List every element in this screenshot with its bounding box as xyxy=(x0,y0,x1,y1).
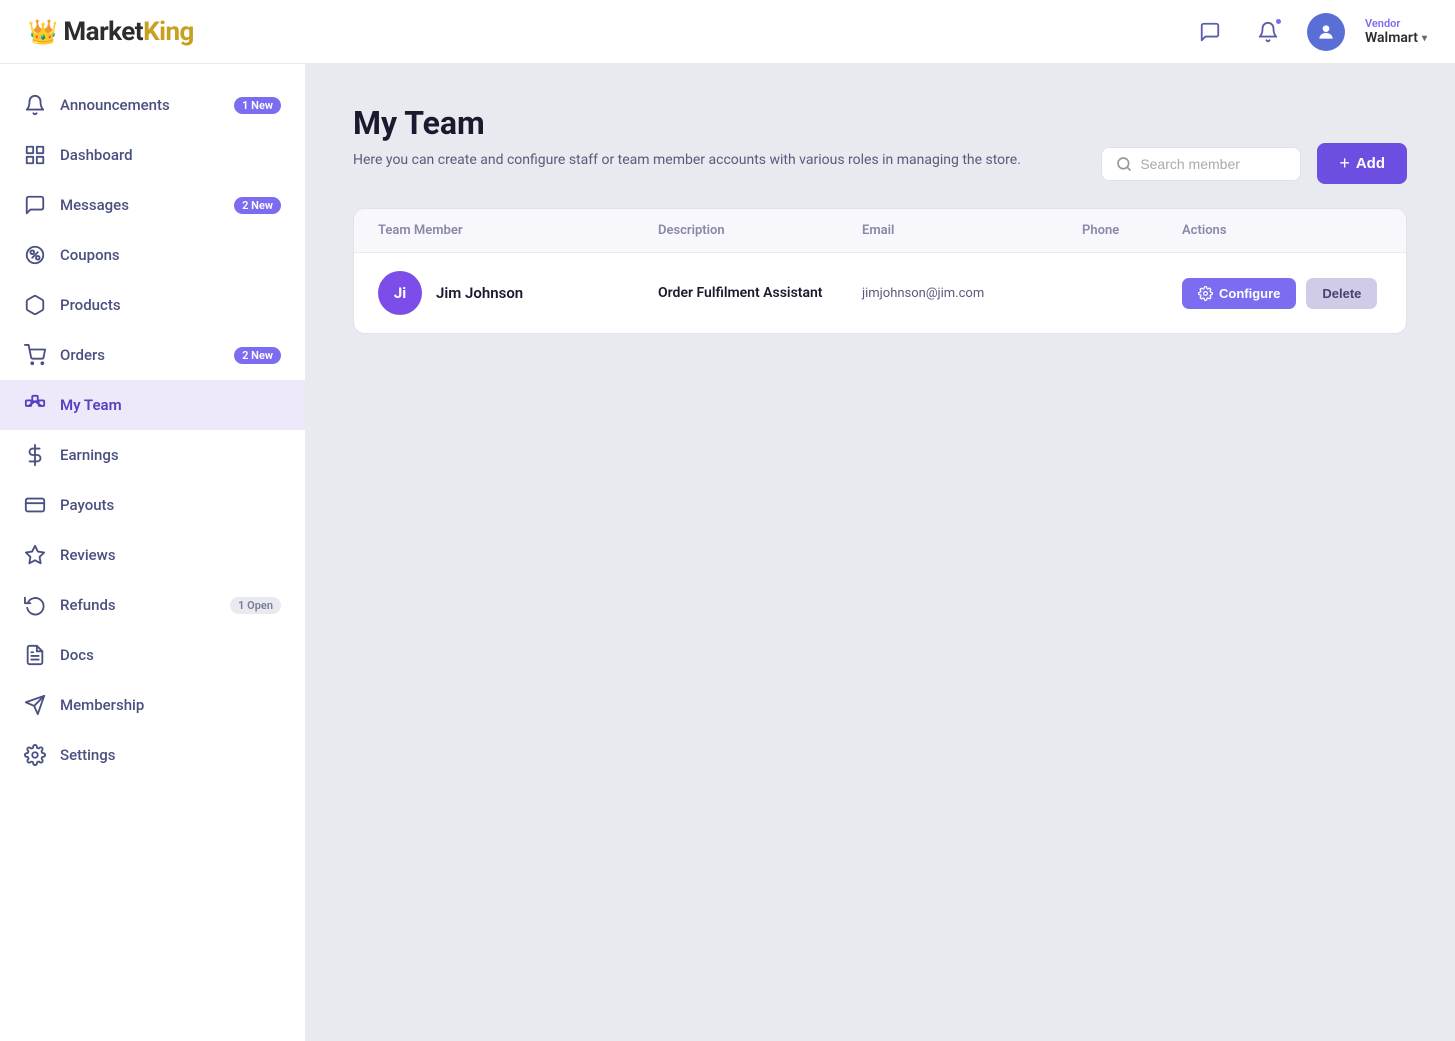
sidebar-item-membership[interactable]: Membership xyxy=(0,680,305,730)
sidebar-badge: 2 New xyxy=(234,347,281,364)
member-actions: Configure Delete xyxy=(1182,278,1382,309)
search-icon xyxy=(1116,156,1132,172)
sidebar-item-settings[interactable]: Settings xyxy=(0,730,305,780)
sidebar-item-label: Earnings xyxy=(60,446,119,464)
sidebar-item-payouts[interactable]: Payouts xyxy=(0,480,305,530)
page-title: My Team xyxy=(353,104,1407,142)
sidebar-badge: 1 New xyxy=(234,97,281,114)
col-email: Email xyxy=(862,223,1082,238)
sidebar-item-dashboard[interactable]: Dashboard xyxy=(0,130,305,180)
logo-king-text: King xyxy=(143,17,194,47)
sidebar-item-label: Docs xyxy=(60,646,94,664)
add-member-button[interactable]: + Add xyxy=(1317,143,1407,184)
sidebar-item-refunds[interactable]: Refunds 1 Open xyxy=(0,580,305,630)
sidebar-badge: 2 New xyxy=(234,197,281,214)
search-input[interactable] xyxy=(1140,156,1286,172)
sidebar-item-label: Orders xyxy=(60,346,105,364)
sidebar-item-label: Refunds xyxy=(60,596,116,614)
payouts-icon xyxy=(24,494,46,516)
team-table: Team Member Description Email Phone Acti… xyxy=(353,208,1407,334)
col-phone: Phone xyxy=(1082,223,1182,238)
sidebar-item-label: Membership xyxy=(60,696,144,714)
member-name: Jim Johnson xyxy=(436,284,523,302)
main-layout: Announcements 1 New Dashboard Messages 2… xyxy=(0,64,1455,1041)
sidebar-item-products[interactable]: Products xyxy=(0,280,305,330)
my-team-icon xyxy=(24,394,46,416)
chevron-down-icon: ▾ xyxy=(1422,33,1427,44)
user-avatar[interactable] xyxy=(1307,13,1345,51)
sidebar: Announcements 1 New Dashboard Messages 2… xyxy=(0,64,305,1041)
plus-icon: + xyxy=(1339,153,1350,174)
membership-icon xyxy=(24,694,46,716)
messages-icon xyxy=(24,194,46,216)
sidebar-item-label: My Team xyxy=(60,396,122,414)
table-row: Ji Jim Johnson Order Fulfilment Assistan… xyxy=(354,253,1406,333)
reviews-icon xyxy=(24,544,46,566)
sidebar-item-label: Dashboard xyxy=(60,146,133,164)
sidebar-item-label: Settings xyxy=(60,746,116,764)
sidebar-item-earnings[interactable]: Earnings xyxy=(0,430,305,480)
sidebar-item-messages[interactable]: Messages 2 New xyxy=(0,180,305,230)
sidebar-item-orders[interactable]: Orders 2 New xyxy=(0,330,305,380)
col-description: Description xyxy=(658,223,862,238)
member-avatar: Ji xyxy=(378,271,422,315)
sidebar-item-docs[interactable]: Docs xyxy=(0,630,305,680)
logo-market-text: Market xyxy=(63,17,143,47)
app-header: 👑 MarketKing Vendor Walmart ▾ xyxy=(0,0,1455,64)
earnings-icon xyxy=(24,444,46,466)
sidebar-badge-refunds: 1 Open xyxy=(230,597,281,614)
sidebar-item-label: Reviews xyxy=(60,546,116,564)
sidebar-item-label: Payouts xyxy=(60,496,114,514)
delete-button[interactable]: Delete xyxy=(1306,278,1377,309)
col-team-member: Team Member xyxy=(378,223,658,238)
table-header: Team Member Description Email Phone Acti… xyxy=(354,209,1406,253)
dashboard-icon xyxy=(24,144,46,166)
header-actions: Vendor Walmart ▾ xyxy=(1191,13,1427,51)
vendor-name: Walmart ▾ xyxy=(1365,30,1427,46)
member-description: Order Fulfilment Assistant xyxy=(658,285,862,301)
main-content: My Team Here you can create and configur… xyxy=(305,64,1455,1041)
member-email: jimjohnson@jim.com xyxy=(862,286,1082,301)
orders-icon xyxy=(24,344,46,366)
coupons-icon xyxy=(24,244,46,266)
sidebar-item-label: Products xyxy=(60,296,121,314)
col-actions: Actions xyxy=(1182,223,1382,238)
sidebar-item-label: Messages xyxy=(60,196,129,214)
search-box[interactable] xyxy=(1101,147,1301,181)
sidebar-item-announcements[interactable]: Announcements 1 New xyxy=(0,80,305,130)
notification-button[interactable] xyxy=(1249,13,1287,51)
sidebar-item-label: Announcements xyxy=(60,96,170,114)
sidebar-item-coupons[interactable]: Coupons xyxy=(0,230,305,280)
announcements-icon xyxy=(24,94,46,116)
configure-icon xyxy=(1198,286,1213,301)
logo: 👑 MarketKing xyxy=(28,17,194,47)
notification-dot xyxy=(1274,17,1283,26)
sidebar-item-my-team[interactable]: My Team xyxy=(0,380,305,430)
products-icon xyxy=(24,294,46,316)
member-cell: Ji Jim Johnson xyxy=(378,271,658,315)
refunds-icon xyxy=(24,594,46,616)
chat-button[interactable] xyxy=(1191,13,1229,51)
docs-icon xyxy=(24,644,46,666)
sidebar-item-reviews[interactable]: Reviews xyxy=(0,530,305,580)
vendor-info[interactable]: Vendor Walmart ▾ xyxy=(1365,17,1427,46)
configure-button[interactable]: Configure xyxy=(1182,278,1296,309)
sidebar-item-label: Coupons xyxy=(60,246,120,264)
settings-icon xyxy=(24,744,46,766)
vendor-label: Vendor xyxy=(1365,17,1400,30)
logo-crown-icon: 👑 xyxy=(28,18,57,46)
